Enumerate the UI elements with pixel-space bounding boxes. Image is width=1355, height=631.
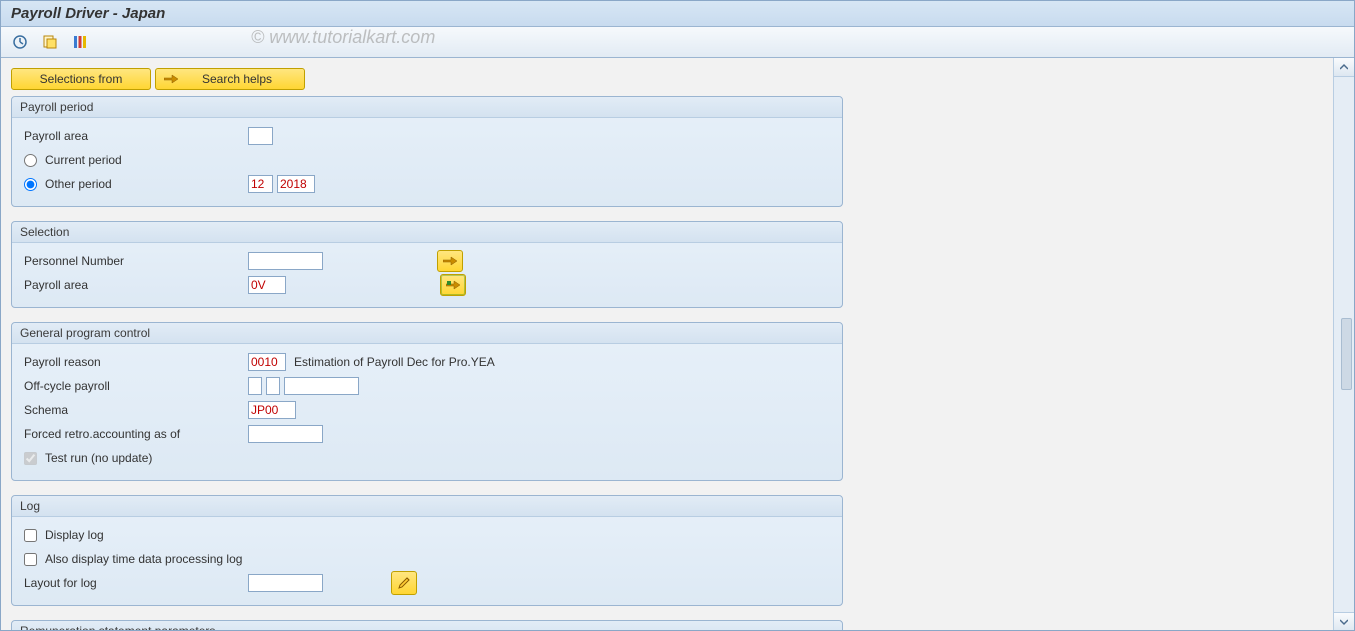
input-payroll-area[interactable] (248, 127, 273, 145)
arrow-right-icon (446, 280, 460, 290)
selections-from-label: Selections from (40, 72, 123, 86)
group-general-control: General program control Payroll reason E… (11, 322, 843, 481)
selections-from-button[interactable]: Selections from (11, 68, 151, 90)
checkbox-also-display[interactable] (24, 553, 37, 566)
execute-icon[interactable] (9, 31, 31, 53)
vertical-scrollbar[interactable] (1333, 58, 1354, 631)
input-other-period-year[interactable] (277, 175, 315, 193)
label-schema: Schema (20, 403, 244, 417)
input-forced-retro[interactable] (248, 425, 323, 443)
label-current-period: Current period (45, 153, 122, 167)
group-selection: Selection Personnel Number Payroll area (11, 221, 843, 308)
search-helps-label: Search helps (178, 72, 296, 86)
group-title-selection: Selection (12, 222, 842, 243)
label-offcycle: Off-cycle payroll (20, 379, 244, 393)
radio-other-period[interactable] (24, 178, 37, 191)
label-other-period: Other period (45, 177, 112, 191)
arrow-right-icon (443, 256, 457, 266)
label-payroll-area: Payroll area (20, 129, 244, 143)
label-forced-retro: Forced retro.accounting as of (20, 427, 244, 441)
arrow-right-icon (164, 74, 178, 84)
group-title-remun: Remuneration statement parameters (12, 621, 842, 631)
content-wrap: Selections from Search helps Payroll per… (1, 58, 1354, 631)
selection-buttons-row: Selections from Search helps (11, 68, 1323, 90)
checkbox-display-log[interactable] (24, 529, 37, 542)
page-title: Payroll Driver - Japan (11, 5, 165, 22)
edit-layout-button[interactable] (391, 571, 417, 595)
label-payroll-area-sel: Payroll area (20, 278, 244, 292)
multiple-selection-area-button[interactable] (440, 274, 466, 296)
radio-current-period[interactable] (24, 154, 37, 167)
input-payroll-area-sel[interactable] (248, 276, 286, 294)
checkbox-test-run (24, 452, 37, 465)
label-display-log: Display log (45, 528, 104, 542)
chevron-up-icon (1340, 63, 1348, 71)
scroll-handle[interactable] (1341, 318, 1352, 390)
app-window: Payroll Driver - Japan © www.tutorialkar… (0, 0, 1355, 631)
input-other-period-month[interactable] (248, 175, 273, 193)
group-remuneration: Remuneration statement parameters Layout… (11, 620, 843, 631)
input-offcycle-2[interactable] (266, 377, 280, 395)
input-offcycle-3[interactable] (284, 377, 359, 395)
group-title-general: General program control (12, 323, 842, 344)
label-also-display: Also display time data processing log (45, 552, 242, 566)
search-helps-button[interactable]: Search helps (155, 68, 305, 90)
group-payroll-period: Payroll period Payroll area Current peri… (11, 96, 843, 207)
title-bar: Payroll Driver - Japan (1, 1, 1354, 27)
input-personnel-number[interactable] (248, 252, 323, 270)
group-log: Log Display log Also display time data p… (11, 495, 843, 606)
pencil-icon (397, 576, 411, 590)
selection-icon[interactable] (69, 31, 91, 53)
app-toolbar (1, 27, 1354, 58)
multiple-selection-personnel-button[interactable] (437, 250, 463, 272)
input-payroll-reason[interactable] (248, 353, 286, 371)
input-schema[interactable] (248, 401, 296, 419)
label-test-run: Test run (no update) (45, 451, 152, 465)
content-area: Selections from Search helps Payroll per… (1, 58, 1333, 631)
group-title-log: Log (12, 496, 842, 517)
chevron-down-icon (1340, 618, 1348, 626)
label-payroll-reason: Payroll reason (20, 355, 244, 369)
scroll-down-button[interactable] (1334, 612, 1354, 631)
input-layout-log[interactable] (248, 574, 323, 592)
input-offcycle-1[interactable] (248, 377, 262, 395)
payroll-reason-desc: Estimation of Payroll Dec for Pro.YEA (290, 355, 495, 369)
scroll-up-button[interactable] (1334, 58, 1354, 77)
label-layout-log: Layout for log (20, 576, 244, 590)
group-title-payroll-period: Payroll period (12, 97, 842, 118)
label-personnel-number: Personnel Number (20, 254, 244, 268)
variant-icon[interactable] (39, 31, 61, 53)
